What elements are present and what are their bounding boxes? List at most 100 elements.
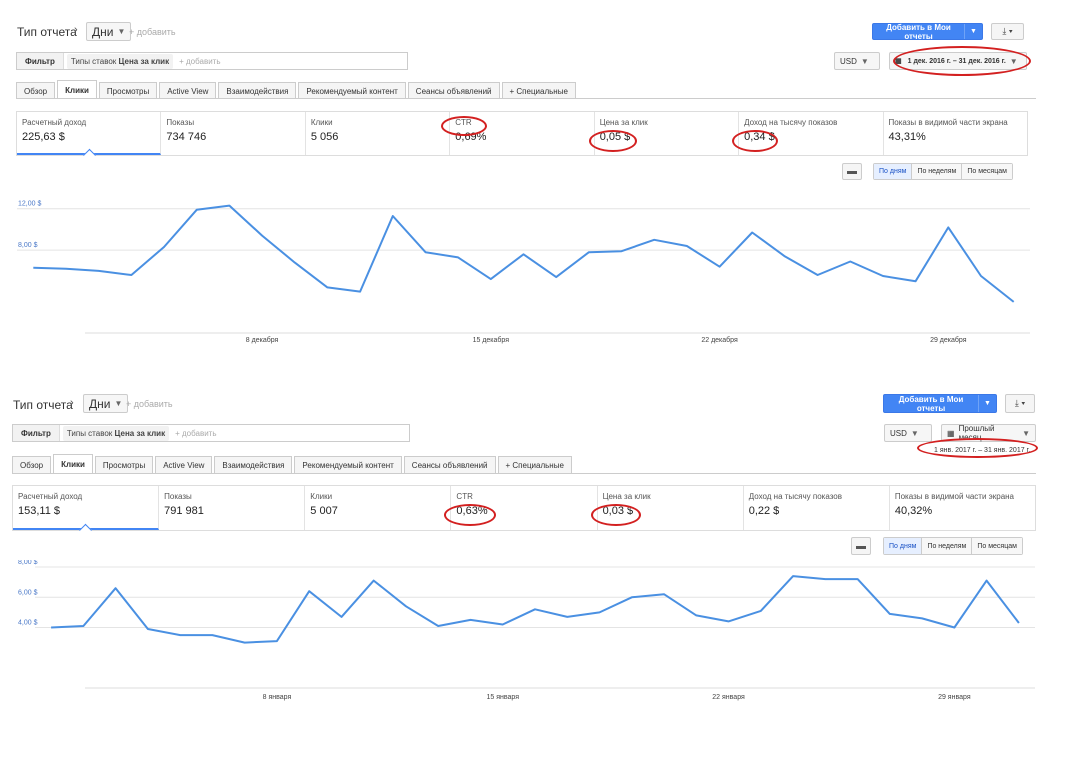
- filter-chip[interactable]: Типы ставок Цена за клик: [66, 53, 174, 69]
- data-point[interactable]: [307, 589, 312, 594]
- data-point[interactable]: [371, 578, 376, 583]
- data-point[interactable]: [684, 244, 689, 249]
- data-point[interactable]: [64, 266, 69, 271]
- data-point[interactable]: [913, 279, 918, 284]
- granularity-weekly[interactable]: По неделям: [922, 538, 973, 554]
- metric-viewability[interactable]: Показы в видимой части экрана 43,31%: [884, 112, 1027, 155]
- data-point[interactable]: [920, 616, 925, 621]
- annotation-button[interactable]: ▬: [842, 163, 862, 180]
- tab-recommended-content[interactable]: Рекомендуемый контент: [298, 82, 406, 99]
- granularity-weekly[interactable]: По неделям: [912, 164, 963, 179]
- data-point[interactable]: [339, 614, 344, 619]
- data-point[interactable]: [468, 617, 473, 622]
- data-point[interactable]: [390, 213, 395, 218]
- data-point[interactable]: [194, 207, 199, 212]
- granularity-monthly[interactable]: По месяцам: [972, 538, 1022, 554]
- data-point[interactable]: [81, 623, 86, 628]
- data-point[interactable]: [946, 225, 951, 230]
- filter-bar[interactable]: Фильтр Типы ставок Цена за клик + добави…: [12, 424, 410, 442]
- currency-dropdown[interactable]: USD ▼: [834, 52, 880, 70]
- data-point[interactable]: [880, 274, 885, 279]
- metric-clicks[interactable]: Клики 5 056: [306, 112, 451, 155]
- caret-down-icon[interactable]: ▼: [964, 24, 982, 39]
- data-point[interactable]: [129, 273, 134, 278]
- metric-estimated-revenue[interactable]: Расчетный доход 225,63 $: [17, 112, 162, 155]
- tab-ad-sessions[interactable]: Сеансы объявлений: [407, 82, 500, 99]
- date-range-picker[interactable]: ▦ 1 дек. 2016 г. – 31 дек. 2016 г. ▼: [889, 52, 1027, 70]
- download-button[interactable]: ⤓ ▾: [1005, 394, 1035, 413]
- data-point[interactable]: [629, 595, 634, 600]
- data-point[interactable]: [750, 230, 755, 235]
- data-point[interactable]: [652, 237, 657, 242]
- tab-overview[interactable]: Обзор: [16, 82, 56, 99]
- tab-custom[interactable]: + Специальные: [497, 456, 572, 473]
- data-point[interactable]: [586, 250, 591, 255]
- filter-bar[interactable]: Фильтр Типы ставок Цена за клик + добави…: [16, 52, 408, 70]
- data-point[interactable]: [726, 619, 731, 624]
- metric-rpm[interactable]: Доход на тысячу показов 0,34 $: [739, 112, 884, 155]
- data-point[interactable]: [403, 604, 408, 609]
- tab-views[interactable]: Просмотры: [98, 82, 158, 99]
- data-point[interactable]: [423, 250, 428, 255]
- dimension-dropdown[interactable]: Дни ▼: [83, 394, 129, 413]
- add-filter-link[interactable]: + добавить: [175, 429, 216, 438]
- data-point[interactable]: [823, 577, 828, 582]
- data-point[interactable]: [521, 252, 526, 257]
- data-point[interactable]: [162, 245, 167, 250]
- metric-rpm[interactable]: Доход на тысячу показов 0,22 $: [744, 486, 890, 530]
- data-point[interactable]: [242, 640, 247, 645]
- data-point[interactable]: [662, 592, 667, 597]
- data-point[interactable]: [145, 627, 150, 632]
- data-point[interactable]: [488, 277, 493, 282]
- tab-views[interactable]: Просмотры: [94, 456, 154, 473]
- metric-estimated-revenue[interactable]: Расчетный доход 153,11 $: [13, 486, 160, 530]
- data-point[interactable]: [113, 586, 118, 591]
- data-point[interactable]: [887, 611, 892, 616]
- data-point[interactable]: [554, 275, 559, 280]
- tab-recommended-content[interactable]: Рекомендуемый контент: [294, 456, 402, 473]
- add-dimension-link[interactable]: + добавить: [129, 27, 176, 37]
- metric-impressions[interactable]: Показы 734 746: [161, 112, 306, 155]
- data-point[interactable]: [178, 633, 183, 638]
- data-point[interactable]: [717, 264, 722, 269]
- data-point[interactable]: [1011, 299, 1016, 304]
- data-point[interactable]: [292, 260, 297, 265]
- data-point[interactable]: [1016, 620, 1021, 625]
- data-point[interactable]: [694, 613, 699, 618]
- add-to-my-reports-button[interactable]: Добавить в Мои отчеты ▼: [872, 23, 983, 41]
- metric-clicks[interactable]: Клики 5 007: [305, 486, 452, 530]
- dimension-dropdown[interactable]: Дни ▼: [86, 22, 132, 41]
- download-button[interactable]: ⤓ ▾: [991, 23, 1024, 40]
- data-point[interactable]: [855, 577, 860, 582]
- granularity-daily[interactable]: По дням: [884, 538, 923, 554]
- metric-ctr[interactable]: CTR 0,69%: [450, 112, 595, 155]
- metric-ctr[interactable]: CTR 0,63%: [451, 486, 598, 530]
- data-point[interactable]: [274, 639, 279, 644]
- currency-dropdown[interactable]: USD ▼: [884, 424, 932, 442]
- data-point[interactable]: [358, 289, 363, 294]
- data-point[interactable]: [597, 610, 602, 615]
- granularity-monthly[interactable]: По месяцам: [962, 164, 1012, 179]
- tab-active-view[interactable]: Active View: [159, 82, 217, 99]
- metric-cpc[interactable]: Цена за клик 0,03 $: [598, 486, 744, 530]
- data-point[interactable]: [500, 622, 505, 627]
- metric-impressions[interactable]: Показы 791 981: [159, 486, 306, 530]
- annotation-button[interactable]: ▬: [851, 537, 871, 555]
- tab-clicks[interactable]: Клики: [53, 454, 93, 473]
- data-point[interactable]: [782, 254, 787, 259]
- data-point[interactable]: [533, 607, 538, 612]
- tab-interactions[interactable]: Взаимодействия: [214, 456, 293, 473]
- data-point[interactable]: [619, 249, 624, 254]
- data-point[interactable]: [31, 265, 36, 270]
- add-dimension-link[interactable]: + добавить: [126, 399, 173, 409]
- data-point[interactable]: [456, 255, 461, 260]
- data-point[interactable]: [325, 285, 330, 290]
- date-preset-dropdown[interactable]: ▦ Прошлый месяц ▼: [941, 424, 1036, 442]
- data-point[interactable]: [49, 625, 54, 630]
- data-point[interactable]: [96, 268, 101, 273]
- data-point[interactable]: [210, 633, 215, 638]
- data-point[interactable]: [436, 623, 441, 628]
- data-point[interactable]: [791, 574, 796, 579]
- data-point[interactable]: [260, 233, 265, 238]
- tab-active-view[interactable]: Active View: [155, 456, 213, 473]
